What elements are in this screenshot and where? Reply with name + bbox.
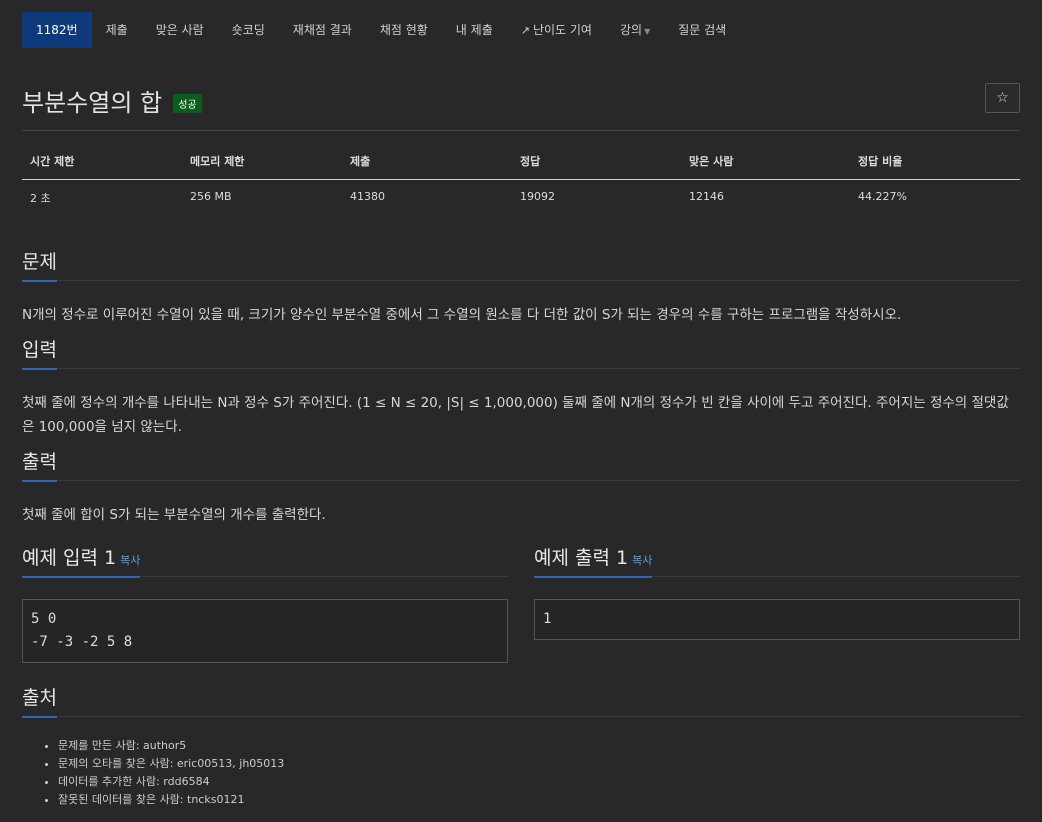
- nav-tab-label: 강의: [619, 23, 643, 37]
- sample-input-column: 예제 입력 1 복사 5 0 -7 -3 -2 5 8: [22, 543, 508, 663]
- nav-tab-submit[interactable]: 제출: [92, 12, 142, 48]
- nav-tab-question-search[interactable]: 질문 검색: [664, 12, 740, 48]
- table-header-row: 시간 제한 메모리 제한 제출 정답 맞은 사람 정답 비율: [22, 151, 1020, 180]
- input-text: 첫째 줄에 정수의 개수를 나타내는 N과 정수 S가 주어진다. (1 ≤ N…: [22, 395, 1009, 435]
- nav-tab-label: 맞은 사람: [155, 23, 204, 37]
- value-submissions[interactable]: 41380: [342, 179, 512, 209]
- nav-tab-my-submissions[interactable]: 내 제출: [442, 12, 507, 48]
- list-item: 문제를 만든 사람: author5: [58, 737, 1020, 755]
- star-icon: ☆: [996, 90, 1009, 106]
- problem-heading: 문제: [22, 248, 57, 282]
- value-accept-ratio: 44.227%: [858, 189, 907, 203]
- sample-input-title: 예제 입력 1: [22, 547, 117, 569]
- table-row: 2 초 256 MB 41380 19092 12146 44.227%: [22, 179, 1020, 209]
- output-section: 출력 첫째 줄에 합이 S가 되는 부분수열의 개수를 출력한다.: [22, 447, 1020, 527]
- nav-tab-label: 질문 검색: [678, 23, 727, 37]
- nav-tab-judge-status[interactable]: 채점 현황: [366, 12, 442, 48]
- header-time-limit: 시간 제한: [22, 151, 182, 180]
- header-submissions: 제출: [342, 151, 512, 180]
- value-time-limit: 2 초: [30, 191, 51, 205]
- nav-tab-short-coding[interactable]: 숏코딩: [218, 12, 279, 48]
- input-section: 입력 첫째 줄에 정수의 개수를 나타내는 N과 정수 S가 주어진다. (1 …: [22, 335, 1020, 439]
- nav-tab-difficulty-contribution[interactable]: ↗ 난이도 기여: [507, 12, 606, 48]
- header-memory-limit: 메모리 제한: [182, 151, 342, 180]
- nav-tab-problem[interactable]: 1182번: [22, 12, 92, 48]
- copy-input-button[interactable]: 복사: [120, 554, 140, 567]
- examples-row: 예제 입력 1 복사 5 0 -7 -3 -2 5 8 예제 출력 1 복사 1: [22, 543, 1020, 663]
- section-heading-bar: 출처: [22, 683, 1020, 718]
- copy-output-button[interactable]: 복사: [632, 554, 652, 567]
- value-accepted-users: 12146: [689, 189, 724, 203]
- source-section: 출처 문제를 만든 사람: author5 문제의 오타를 찾은 사람: eri…: [22, 683, 1020, 809]
- nav-tab-lectures-dropdown[interactable]: 강의 ▼: [606, 12, 664, 48]
- section-heading-bar: 예제 출력 1 복사: [534, 543, 1020, 578]
- status-badge: 성공: [173, 94, 202, 113]
- nav-tab-label: 재채점 결과: [292, 23, 352, 37]
- header-accept-ratio: 정답 비율: [850, 151, 1020, 180]
- title-row: 부분수열의 합 성공 ☆: [22, 83, 1020, 131]
- nav-tab-accepted-users[interactable]: 맞은 사람: [142, 12, 218, 48]
- nav-tab-rejudge-results[interactable]: 재채점 결과: [279, 12, 366, 48]
- sample-output-box[interactable]: 1: [534, 599, 1020, 640]
- source-heading: 출처: [22, 684, 57, 718]
- section-heading-bar: 예제 입력 1 복사: [22, 543, 508, 578]
- input-heading: 입력: [22, 336, 57, 370]
- nav-tab-label: 제출: [105, 23, 128, 37]
- list-item: 문제의 오타를 찾은 사람: eric00513, jh05013: [58, 755, 1020, 773]
- sample-output-heading: 예제 출력 1 복사: [534, 544, 653, 578]
- problem-nav: 1182번 제출 맞은 사람 숏코딩 재채점 결과 채점 현황 내 제출 ↗ 난이…: [22, 12, 1020, 48]
- sample-output-title: 예제 출력 1: [534, 547, 629, 569]
- output-heading: 출력: [22, 448, 57, 482]
- header-accepted: 정답: [512, 151, 681, 180]
- value-memory-limit: 256 MB: [190, 189, 232, 203]
- sample-output-column: 예제 출력 1 복사 1: [534, 543, 1020, 663]
- nav-tab-label: 1182번: [36, 23, 78, 37]
- list-item: 잘못된 데이터를 찾은 사람: tncks0121: [58, 791, 1020, 809]
- page-title: 부분수열의 합: [22, 89, 163, 117]
- value-accepted: 19092: [520, 189, 555, 203]
- nav-tab-label: 채점 현황: [379, 23, 428, 37]
- caret-down-icon: ▼: [644, 27, 651, 36]
- section-heading-bar: 문제: [22, 247, 1020, 282]
- source-list: 문제를 만든 사람: author5 문제의 오타를 찾은 사람: eric00…: [22, 737, 1020, 809]
- favorite-star-button[interactable]: ☆: [985, 83, 1020, 113]
- list-item: 데이터를 추가한 사람: rdd6584: [58, 773, 1020, 791]
- problem-description-section: 문제 N개의 정수로 이루어진 수열이 있을 때, 크기가 양수인 부분수열 중…: [22, 247, 1020, 327]
- nav-tab-label: 난이도 기여: [532, 23, 592, 37]
- nav-tab-label: 내 제출: [455, 23, 493, 37]
- problem-text: N개의 정수로 이루어진 수열이 있을 때, 크기가 양수인 부분수열 중에서 …: [22, 307, 902, 323]
- page-wrapper: 1182번 제출 맞은 사람 숏코딩 재채점 결과 채점 현황 내 제출 ↗ 난이…: [22, 12, 1020, 809]
- sample-input-heading: 예제 입력 1 복사: [22, 544, 141, 578]
- sample-input-box[interactable]: 5 0 -7 -3 -2 5 8: [22, 599, 508, 663]
- header-accepted-users: 맞은 사람: [681, 151, 850, 180]
- external-link-icon: ↗: [520, 24, 530, 37]
- section-heading-bar: 입력: [22, 335, 1020, 370]
- section-heading-bar: 출력: [22, 447, 1020, 482]
- output-text: 첫째 줄에 합이 S가 되는 부분수열의 개수를 출력한다.: [22, 507, 326, 523]
- problem-info-table: 시간 제한 메모리 제한 제출 정답 맞은 사람 정답 비율 2 초 256 M…: [22, 151, 1020, 209]
- nav-tab-label: 숏코딩: [231, 23, 265, 37]
